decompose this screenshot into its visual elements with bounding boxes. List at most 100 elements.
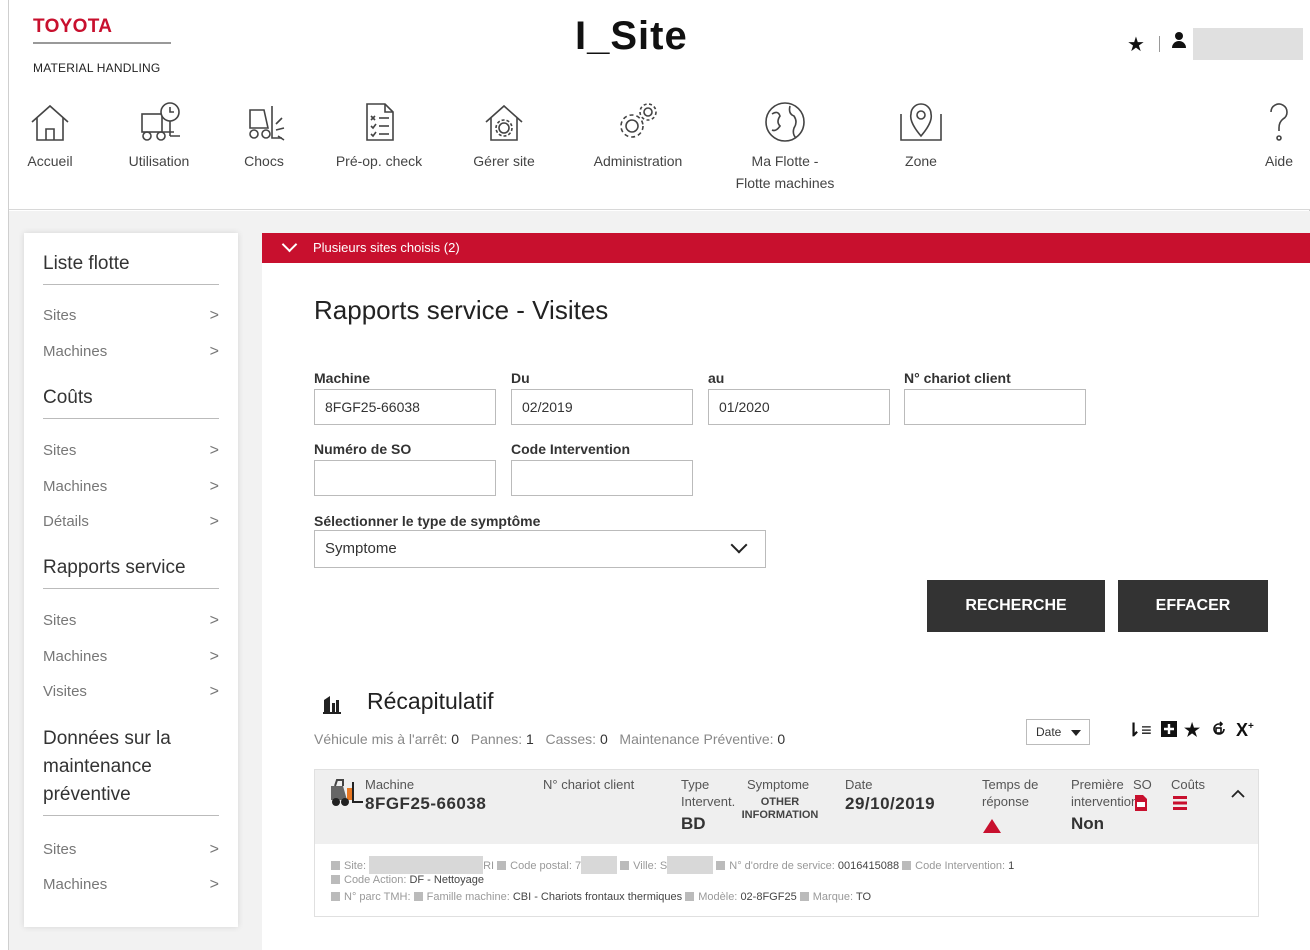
sidebar-item-rapports-sites[interactable]: Sites > [43,611,219,631]
sidebar-item-liste-flotte-sites[interactable]: Sites > [43,306,219,326]
so-header: SO [1133,777,1152,792]
user-name-redacted[interactable] [1193,28,1303,60]
date-to-input[interactable] [708,389,890,425]
main-content: Plusieurs sites choisis (2) Rapports ser… [262,233,1310,950]
collapse-chevron-up-icon[interactable] [1231,788,1245,798]
detail-line-2: Code Action: DF - Nettoyage [331,874,484,887]
nav-administration[interactable]: Administration [583,100,693,172]
nav-ma-flotte[interactable]: Ma Flotte - Flotte machines [727,100,843,194]
result-card-header: Machine 8FGF25-66038 N° chariot client T… [315,770,1258,844]
machine-value[interactable]: 8FGF25-66038 [365,794,486,814]
date-header: Date [845,777,873,792]
city-redacted [667,856,714,874]
detail-line-3: N° parc TMH: Famille machine: CBI - Char… [331,891,871,904]
machine-input[interactable] [314,389,496,425]
forklift-impact-icon [249,106,285,141]
globe-icon [765,102,805,142]
symptom-type-select[interactable]: Symptome [314,530,766,568]
chevron-right-icon: > [209,683,219,700]
map-pin-icon [900,103,942,141]
symptom-header: Symptome [747,777,810,792]
report-chart-icon [323,696,341,714]
pdf-document-icon[interactable] [1133,794,1149,812]
first-intervention-value: Non [1071,814,1105,833]
sidebar-item-couts-machines[interactable]: Machines > [43,477,219,497]
nav-gerer-site[interactable]: Gérer site [469,100,539,172]
response-time-header: Temps de réponse [982,777,1039,809]
first-intervention-header: Première intervention [1071,777,1139,809]
app-frame: TOYOTA MATERIAL HANDLING I_Site ★ Accuei… [8,0,1310,950]
sort-select[interactable]: Date [1026,719,1090,745]
header-separator [1159,36,1160,52]
sidebar-item-maintenance-machines[interactable]: Machines > [43,875,219,895]
chariot-client-label: N° chariot client [904,370,1011,386]
detail-line-1: Site: RI Code postal: 7 Ville: S N° d'or… [331,856,1014,874]
code-intervention-label: Code Intervention [511,441,631,457]
warning-triangle-icon [983,819,1001,833]
sidebar-item-liste-flotte-machines[interactable]: Machines > [43,342,219,362]
header: TOYOTA MATERIAL HANDLING I_Site ★ Accuei… [9,0,1310,210]
site-redacted [369,856,484,874]
favorite-star-icon[interactable]: ★ [1184,720,1200,741]
sidebar-section-liste-flotte: Liste flotte [43,250,219,285]
expand-all-icon[interactable] [1160,720,1178,743]
costs-header: Coûts [1171,777,1205,792]
costs-list-icon[interactable] [1173,796,1187,810]
type-intervention-value: BD [681,814,706,833]
checklist-icon [366,103,394,141]
date-from-input[interactable] [511,389,693,425]
sites-selected-banner[interactable]: Plusieurs sites choisis (2) [262,233,1310,263]
sort-order-icon[interactable]: ⇂≡ [1126,720,1152,741]
favorites-star-icon[interactable]: ★ [1127,32,1145,57]
user-icon[interactable] [1171,32,1187,48]
chariot-client-header: N° chariot client [543,777,635,792]
dropdown-arrow-icon [1071,730,1081,736]
symptom-value: OTHER INFORMATION [741,796,819,821]
nav-preop-check[interactable]: Pré-op. check [331,100,427,172]
recap-stats: Véhicule mis à l'arrêt: 0 Pannes: 1 Cass… [314,731,786,747]
sidebar-item-rapports-machines[interactable]: Machines > [43,647,219,667]
refresh-icon[interactable] [1210,720,1228,743]
page-title: Rapports service - Visites [314,295,609,325]
sidebar-section-couts: Coûts [43,384,219,419]
nav-utilisation[interactable]: Utilisation [117,100,201,172]
brand-subtitle: MATERIAL HANDLING [33,61,161,75]
chevron-right-icon: > [209,612,219,629]
nav-aide[interactable]: Aide [1259,100,1299,172]
chevron-down-icon [281,236,298,253]
so-number-input[interactable] [314,460,496,496]
symptom-type-label: Sélectionner le type de symptôme [314,513,541,529]
date-from-label: Du [511,370,530,386]
chariot-client-input[interactable] [904,389,1086,425]
sidebar-item-couts-details[interactable]: Détails > [43,512,219,532]
house-gear-icon [485,104,523,141]
result-card[interactable]: Machine 8FGF25-66038 N° chariot client T… [314,769,1259,917]
nav-accueil[interactable]: Accueil [25,100,75,172]
sidebar-section-rapports-service: Rapports service [43,554,219,589]
recap-title: Récapitulatif [367,688,494,714]
nav-chocs[interactable]: Chocs [241,100,287,172]
clear-button[interactable]: EFFACER [1118,580,1268,632]
sidebar-section-maintenance: Données sur la maintenance préventive [43,725,219,816]
sidebar-item-rapports-visites[interactable]: Visites > [43,682,219,702]
chevron-down-icon [730,536,748,554]
type-intervention-header: Type Intervent. [681,777,736,809]
date-value: 29/10/2019 [845,794,936,813]
sidebar-item-couts-sites[interactable]: Sites > [43,441,219,461]
logo-divider [33,42,171,44]
postal-code-redacted [581,856,618,874]
chevron-right-icon: > [209,478,219,495]
machine-header: Machine [365,777,415,792]
chevron-right-icon: > [209,343,219,360]
nav-zone[interactable]: Zone [891,100,951,172]
code-intervention-input[interactable] [511,460,693,496]
chevron-right-icon: > [209,513,219,530]
app-title: I_Site [575,14,688,58]
home-icon [31,104,69,141]
gears-icon [620,103,657,138]
sidebar-item-maintenance-sites[interactable]: Sites > [43,840,219,860]
export-excel-icon[interactable]: X+ [1236,720,1254,741]
sidebar: Liste flotte Sites > Machines > Coûts Site… [24,233,238,927]
search-button[interactable]: RECHERCHE [927,580,1105,632]
brand-logo[interactable]: TOYOTA [33,16,112,38]
